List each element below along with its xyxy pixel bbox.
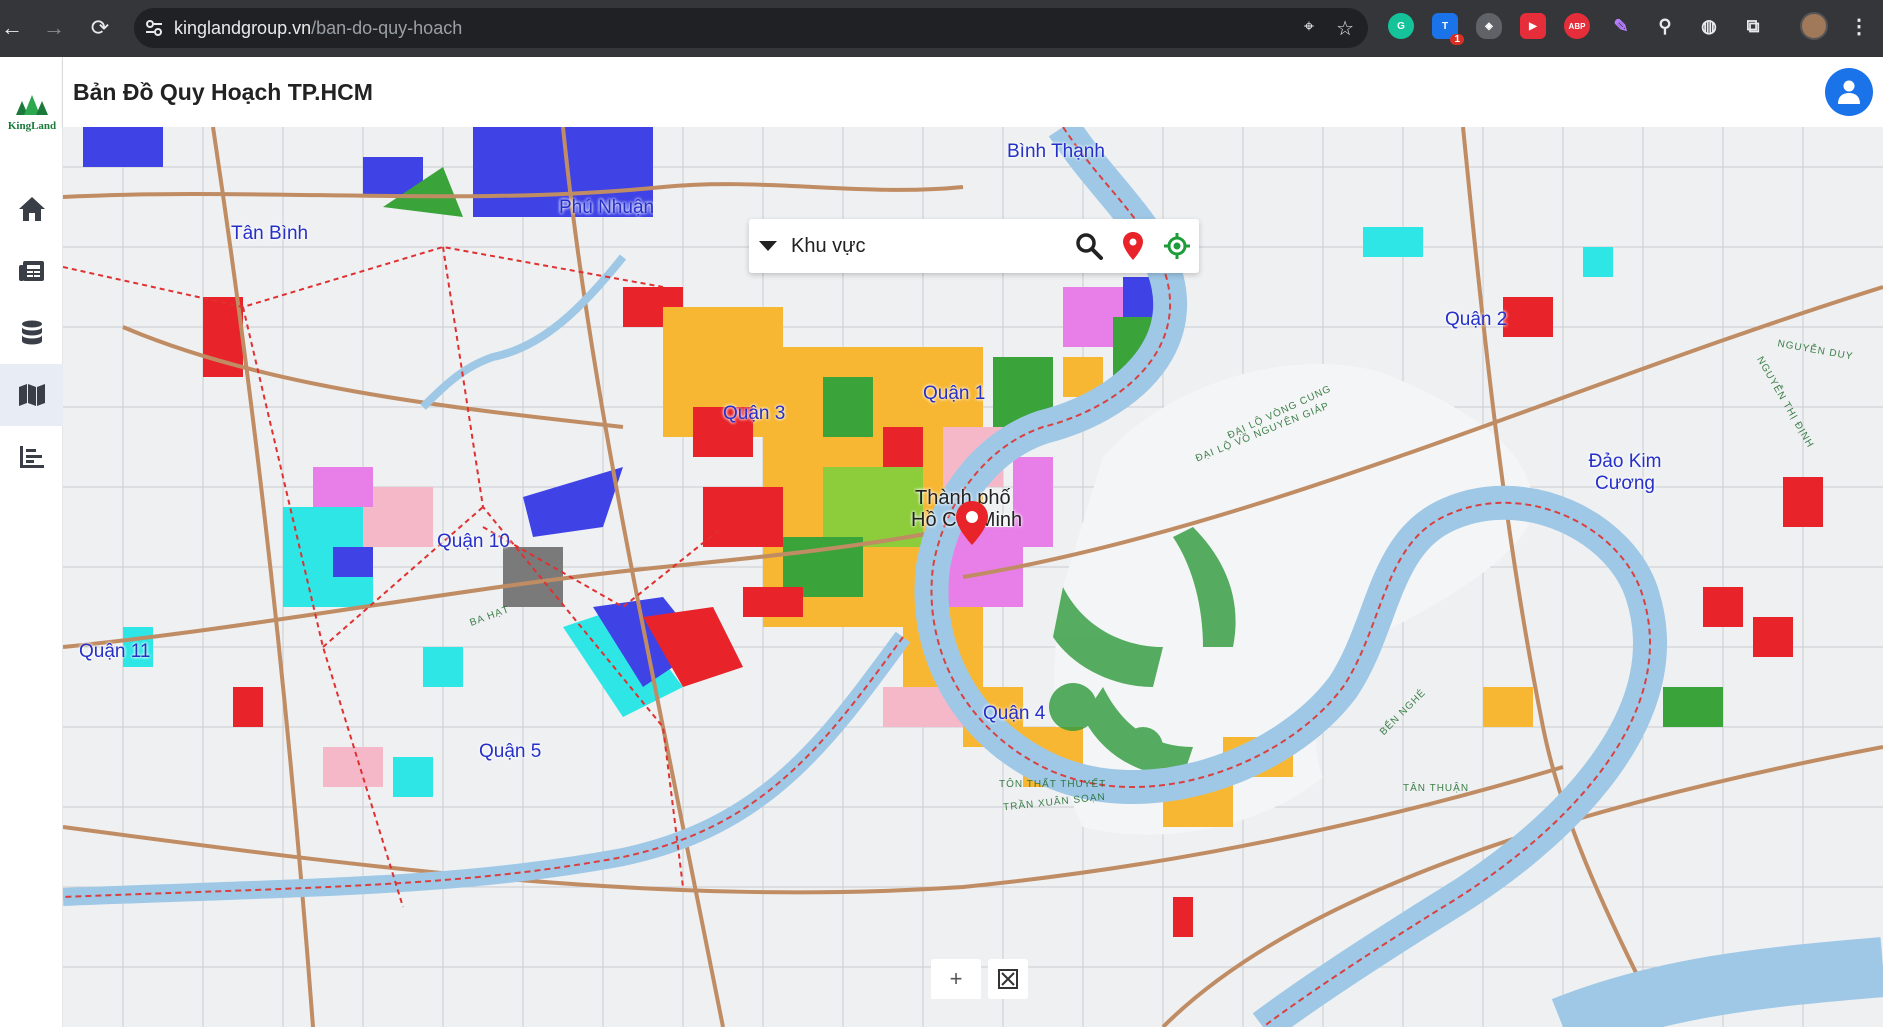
sidebar-item-statistics[interactable]	[0, 426, 63, 488]
district-label-tan-binh: Tân Bình	[231, 223, 309, 244]
chrome-menu-icon[interactable]: ⋮	[1846, 13, 1872, 39]
url-host: kinglandgroup.vn	[174, 17, 312, 38]
forward-icon[interactable]: →	[34, 8, 74, 48]
chart-icon	[19, 446, 44, 468]
map-icon	[18, 384, 45, 406]
sidebar-item-home[interactable]	[0, 178, 63, 240]
feather-icon[interactable]: ✎	[1608, 13, 1634, 39]
extensions-bar: G T1 ◈ ▶ ABP ✎ ⚲ ◍ ⧉ ⋮	[1388, 12, 1872, 45]
location-marker-icon[interactable]	[956, 501, 988, 545]
street-label: TÂN THUẬN	[1403, 783, 1470, 794]
crosshair-icon	[1164, 233, 1190, 259]
district-label-quan-10: Quận 10	[437, 531, 510, 552]
location-icon[interactable]: ⌖	[1304, 16, 1314, 41]
my-location-button[interactable]	[1155, 224, 1199, 268]
kingland-logo[interactable]: KingLand	[4, 95, 60, 132]
area-dropdown[interactable]: Khu vực	[791, 235, 1067, 258]
district-label-binh-thanh: Bình Thạnh	[1007, 141, 1105, 162]
url-text: kinglandgroup.vn/ban-do-quy-hoach	[174, 18, 462, 39]
map-pin-icon	[1123, 232, 1143, 260]
user-icon	[1838, 80, 1860, 104]
street-label: TÔN THẤT THUYẾT	[999, 779, 1107, 790]
district-label-quan-11: Quận 11	[79, 641, 151, 662]
district-label-quan-2: Quận 2	[1445, 309, 1508, 330]
pin-location-button[interactable]	[1111, 224, 1155, 268]
grammarly-icon[interactable]: G	[1388, 13, 1414, 39]
app-header: Bản Đồ Quy Hoạch TP.HCM	[63, 57, 1883, 127]
extensions-puzzle-icon[interactable]: ⧉	[1740, 13, 1766, 39]
district-label-phu-nhuan: Phú Nhuận	[559, 197, 655, 218]
news-icon	[18, 261, 44, 281]
shield-icon[interactable]: ◈	[1476, 13, 1502, 39]
caret-down-icon[interactable]	[759, 241, 777, 251]
logo-mark-icon	[16, 95, 48, 115]
zoom-in-button[interactable]: +	[931, 959, 981, 999]
area-search-box: Khu vực	[749, 219, 1199, 273]
vpn-globe-icon[interactable]: ◍	[1696, 13, 1722, 39]
site-settings-icon[interactable]	[134, 18, 174, 38]
adblock-icon[interactable]: ABP	[1564, 13, 1590, 39]
box-x-icon	[998, 969, 1018, 989]
browser-toolbar: ← → ⟳ kinglandgroup.vn/ban-do-quy-hoach …	[0, 0, 1883, 57]
profile-avatar[interactable]	[1800, 12, 1828, 40]
address-bar[interactable]: kinglandgroup.vn/ban-do-quy-hoach ⌖ ☆	[134, 8, 1368, 48]
reload-icon[interactable]: ⟳	[80, 8, 120, 48]
planning-map[interactable]: Bình Thạnh Phú Nhuận Tân Bình Quận 2 Quậ…	[63, 127, 1883, 1027]
translate-extension-icon[interactable]: T1	[1432, 13, 1464, 45]
user-account-button[interactable]	[1825, 68, 1873, 116]
district-label-quan-4: Quận 4	[983, 703, 1046, 724]
district-label-quan-5: Quận 5	[479, 741, 542, 762]
logo-text: KingLand	[7, 120, 57, 132]
video-extension-icon[interactable]: ▶	[1520, 13, 1546, 39]
home-icon	[18, 197, 45, 221]
district-label-dao-kim-cuong: Đảo Kim Cương	[1588, 451, 1662, 494]
sidebar: KingLand	[0, 57, 63, 1027]
fullscreen-toggle[interactable]	[988, 959, 1028, 999]
url-path: /ban-do-quy-hoach	[311, 17, 463, 38]
database-icon	[21, 320, 42, 345]
district-label-quan-1: Quận 1	[923, 383, 986, 404]
search-button[interactable]	[1067, 224, 1111, 268]
sidebar-item-database[interactable]	[0, 302, 63, 364]
app-root: KingLand Bản Đồ Quy Hoạch TP.HCM Bình Th…	[0, 57, 1883, 1027]
page-title: Bản Đồ Quy Hoạch TP.HCM	[73, 79, 373, 105]
bookmark-star-icon[interactable]: ☆	[1336, 16, 1354, 41]
district-label-quan-3: Quận 3	[723, 403, 786, 424]
sidebar-item-news[interactable]	[0, 240, 63, 302]
back-icon[interactable]: ←	[0, 8, 32, 48]
extension-badge: 1	[1450, 34, 1464, 45]
eyedropper-icon[interactable]: ⚲	[1652, 13, 1678, 39]
search-icon	[1076, 233, 1103, 260]
sidebar-item-map[interactable]	[0, 364, 63, 426]
